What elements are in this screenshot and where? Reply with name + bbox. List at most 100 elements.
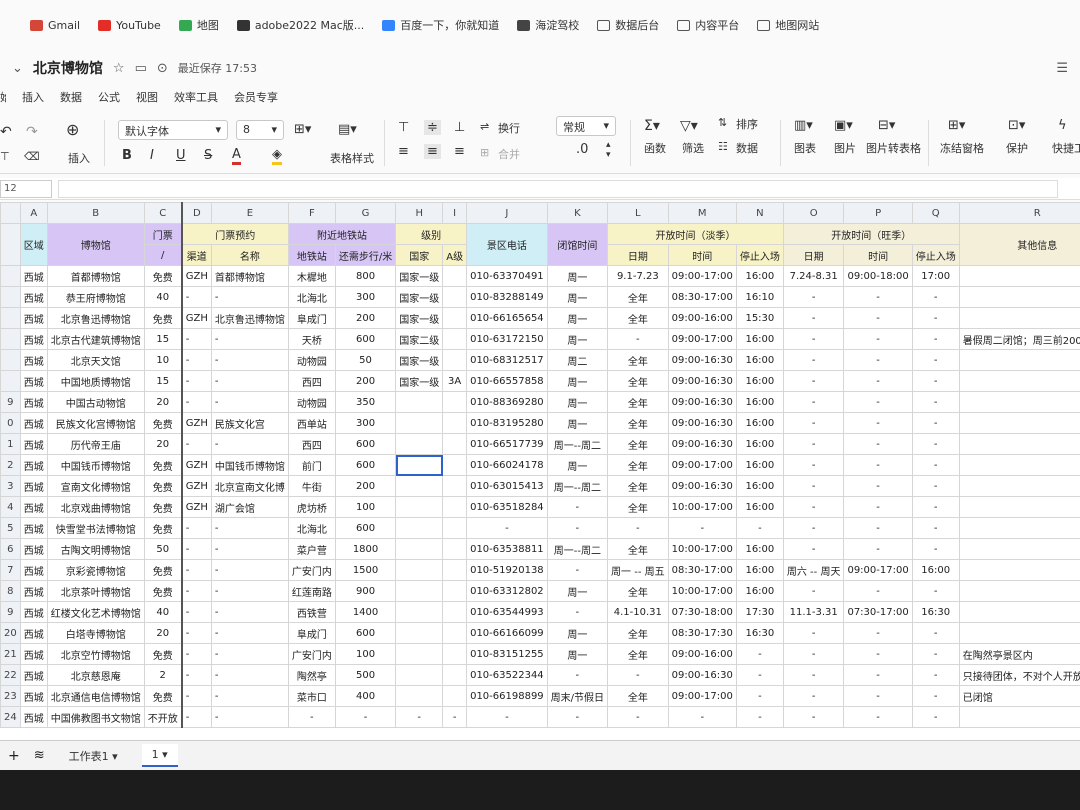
table-cell[interactable]: 20 [143,433,183,455]
table-cell[interactable]: - [735,706,784,728]
bookmark-item[interactable]: 内容平台 [677,17,739,33]
table-cell[interactable]: - [210,370,289,392]
table-cell[interactable]: 1500 [334,559,397,581]
table-cell[interactable]: 09:00-17:00 [667,328,737,350]
table-cell[interactable]: - [210,685,289,707]
image-to-table-icon[interactable]: ⊟▾ [878,118,895,133]
table-cell[interactable]: 周一--周二 [546,475,609,497]
table-cell[interactable]: 国家二级 [395,328,444,350]
table-cell[interactable]: - [210,286,289,308]
table-cell[interactable]: - [180,433,212,455]
table-cell[interactable] [442,601,468,623]
column-header[interactable]: A [19,202,48,224]
align-center-icon[interactable]: ≡ [424,144,441,159]
bookmark-item[interactable]: adobe2022 Mac版... [236,17,364,33]
table-cell[interactable]: - [210,601,289,623]
header-date-low[interactable]: 日期 [607,244,669,266]
number-format-select[interactable]: 常规 ▾ [556,116,616,136]
merge-button[interactable]: 合并 [498,146,520,162]
formula-input[interactable] [58,180,1058,198]
table-cell[interactable]: 010-83151255 [466,643,548,665]
table-cell[interactable]: 周一 [546,307,609,329]
align-middle-icon[interactable]: ≑ [424,120,441,135]
table-cell[interactable]: - [546,559,609,581]
column-header[interactable]: F [287,202,336,224]
table-cell[interactable]: 西城 [19,580,48,602]
table-cell[interactable] [442,349,468,371]
table-cell[interactable]: 京彩瓷博物馆 [46,559,145,581]
bookmark-item[interactable]: YouTube [98,19,161,32]
table-cell[interactable]: 北京茶叶博物馆 [46,580,145,602]
table-cell[interactable] [442,391,468,413]
table-cell[interactable]: 西城 [19,286,48,308]
table-cell[interactable]: 3A [442,370,468,392]
table-cell[interactable]: 100 [334,496,397,518]
table-cell[interactable]: 西城 [19,685,48,707]
table-cell[interactable]: 16:00 [735,370,784,392]
table-cell[interactable]: - [782,286,845,308]
header-open-high[interactable]: 开放时间（旺季） [782,223,960,245]
table-cell[interactable] [958,265,1080,287]
table-cell[interactable]: 北京慈恩庵 [46,664,145,686]
column-header[interactable]: R [958,202,1080,224]
table-cell[interactable]: 350 [334,391,397,413]
table-cell[interactable]: 动物园 [287,391,336,413]
header-channel[interactable]: 渠道 [180,244,212,266]
menu-item-efficiency[interactable]: 效率工具 [174,89,218,105]
table-cell[interactable]: 西城 [19,475,48,497]
menu-item-view[interactable]: 视图 [136,89,158,105]
table-cell[interactable]: 09:00-16:30 [667,391,737,413]
table-cell[interactable]: 西城 [19,349,48,371]
row-header[interactable]: 5 [0,517,21,539]
image-to-table-button[interactable]: 图片转表格 [866,140,921,156]
freeze-button[interactable]: 冻结窗格 [940,140,984,156]
table-cell[interactable]: - [667,517,737,539]
merge-icon[interactable]: ⊞ [480,146,489,159]
table-cell[interactable]: 北京戏曲博物馆 [46,496,145,518]
table-cell[interactable]: - [911,622,960,644]
table-cell[interactable]: 免费 [143,307,183,329]
table-cell[interactable]: 免费 [143,580,183,602]
table-cell[interactable]: 全年 [607,454,669,476]
table-cell[interactable]: 500 [334,664,397,686]
table-cell[interactable]: 全年 [607,685,669,707]
header-booking[interactable]: 门票预约 [180,223,289,245]
table-cell[interactable]: 菜市口 [287,685,336,707]
table-cell[interactable] [958,475,1080,497]
header-name[interactable]: 名称 [210,244,289,266]
table-cell[interactable]: - [210,706,289,728]
header-station[interactable]: 地铁站 [287,244,336,266]
table-cell[interactable]: 首都博物馆 [210,265,289,287]
table-cell[interactable]: - [735,664,784,686]
table-cell[interactable]: 周一 [546,454,609,476]
border-icon[interactable]: ⊞▾ [294,122,311,137]
table-cell[interactable]: - [210,391,289,413]
table-cell[interactable]: 09:00-16:30 [667,412,737,434]
table-cell[interactable] [442,454,468,476]
table-cell[interactable]: 周一 [546,580,609,602]
decimal-button[interactable]: .0 [576,142,588,157]
table-cell[interactable] [442,517,468,539]
table-cell[interactable]: 10:00-17:00 [667,538,737,560]
table-cell[interactable]: - [843,370,913,392]
row-header[interactable] [0,328,21,350]
table-cell[interactable]: - [843,685,913,707]
table-cell[interactable]: 国家一级 [395,265,444,287]
table-cell[interactable]: - [180,601,212,623]
table-cell[interactable]: 北京通信电信博物馆 [46,685,145,707]
table-cell[interactable]: - [210,664,289,686]
table-cell[interactable] [395,391,444,413]
table-cell[interactable]: 16:00 [735,349,784,371]
table-cell[interactable]: 全年 [607,643,669,665]
table-cell[interactable]: - [843,538,913,560]
table-cell[interactable]: 15 [143,370,183,392]
table-cell[interactable]: - [210,349,289,371]
hamburger-icon[interactable]: ☰ [1056,61,1068,76]
table-cell[interactable]: - [735,517,784,539]
table-cell[interactable]: 07:30-17:00 [843,601,913,623]
freeze-icon[interactable]: ⊞▾ [948,118,965,133]
table-cell[interactable] [442,328,468,350]
table-cell[interactable]: 900 [334,580,397,602]
table-cell[interactable]: 西城 [19,601,48,623]
table-cell[interactable]: - [843,412,913,434]
